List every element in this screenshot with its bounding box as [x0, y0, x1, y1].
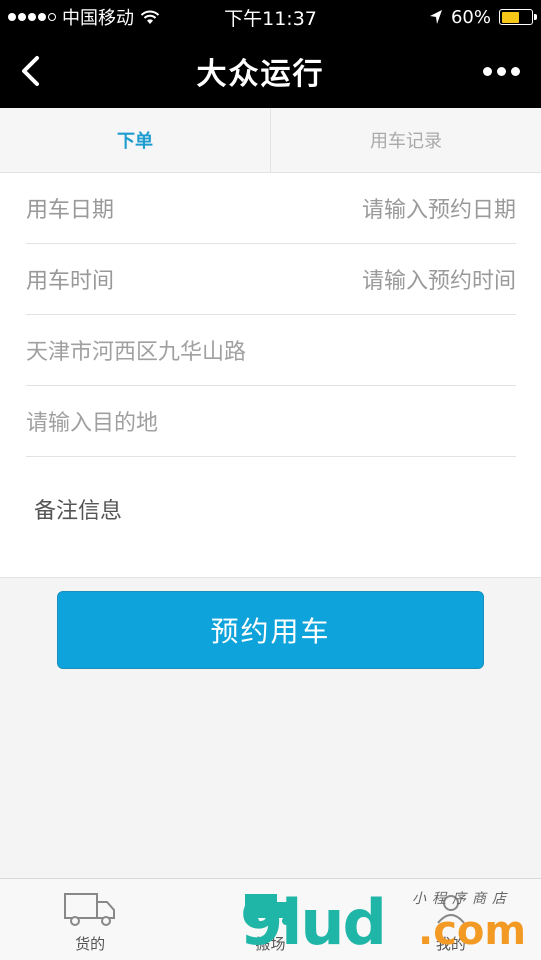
battery-level: [501, 11, 519, 23]
tab-ride-history[interactable]: 用车记录: [270, 108, 541, 172]
back-button[interactable]: [0, 34, 60, 108]
tab-order[interactable]: 下单: [0, 108, 270, 172]
booking-form: 用车日期 请输入预约日期 用车时间 请输入预约时间 天津市河西区九华山路 请输入…: [0, 173, 541, 578]
tab-bar: 下单 用车记录: [0, 108, 541, 173]
time-row[interactable]: 用车时间 请输入预约时间: [26, 244, 516, 315]
more-options-button[interactable]: [461, 34, 541, 108]
origin-input[interactable]: 天津市河西区九华山路: [26, 334, 246, 366]
status-time: 下午11:37: [224, 7, 317, 30]
carrier-name: 中国移动: [62, 8, 134, 29]
battery-percent: 60%: [450, 6, 491, 28]
date-row[interactable]: 用车日期 请输入预约日期: [26, 173, 516, 244]
origin-row[interactable]: 天津市河西区九华山路: [26, 315, 516, 386]
bottom-tab-bar: 货的 搬场 我的: [0, 878, 541, 960]
nav-bar: 大众运行: [0, 34, 541, 108]
tabbar-label-mine: 我的: [435, 935, 466, 953]
wifi-icon: [140, 10, 160, 24]
time-label: 用车时间: [26, 269, 115, 294]
tabbar-item-mine[interactable]: 我的: [361, 879, 541, 960]
book-ride-button[interactable]: 预约用车: [57, 591, 484, 669]
location-arrow-icon: [429, 10, 442, 24]
page-title: 大众运行: [196, 57, 325, 92]
tabbar-label-moving: 搬场: [255, 935, 286, 953]
destination-row[interactable]: 请输入目的地: [26, 386, 516, 457]
destination-input[interactable]: 请输入目的地: [26, 405, 158, 437]
moving-truck-icon: [245, 894, 295, 925]
remark-input[interactable]: 备注信息: [34, 493, 122, 525]
truck-icon: [64, 893, 116, 926]
time-input[interactable]: 请输入预约时间: [362, 263, 516, 295]
date-input[interactable]: 请输入预约日期: [362, 192, 516, 224]
more-dots-icon: [482, 66, 492, 76]
tabbar-label-freight: 货的: [75, 935, 106, 953]
status-left: 中国移动: [8, 4, 208, 30]
status-right: 60%: [333, 6, 537, 28]
user-icon: [437, 895, 465, 924]
date-label: 用车日期: [26, 198, 115, 223]
status-bar: 中国移动 下午11:37 60%: [0, 0, 541, 34]
battery-icon: [499, 9, 537, 25]
signal-strength-icon: [8, 13, 56, 21]
tabbar-item-freight[interactable]: 货的: [0, 879, 180, 960]
chevron-left-icon: [22, 56, 39, 86]
tabbar-item-moving[interactable]: 搬场: [180, 879, 360, 960]
